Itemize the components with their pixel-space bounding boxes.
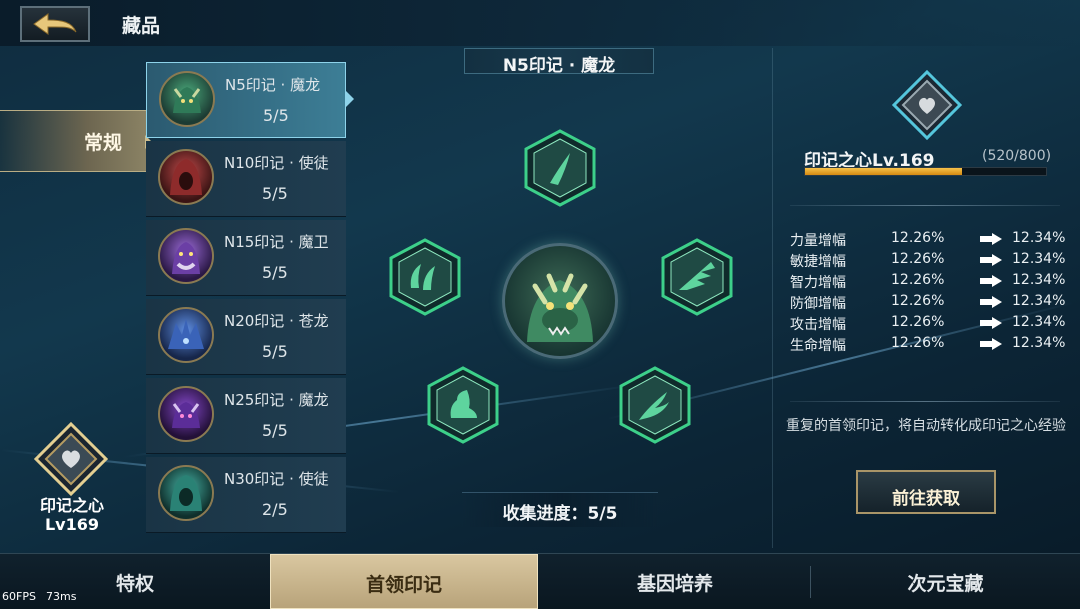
boss-name: N5印记 · 魔龙 [225, 76, 321, 94]
category-tab-label: 常规 [84, 132, 123, 154]
boss-list-item-n20[interactable]: N20印记 · 苍龙 5/5 [146, 299, 346, 375]
stat-row-health: 生命增幅 12.26% 12.34% [790, 335, 1070, 356]
heart-label-level: Lv169 [44, 515, 100, 534]
go-obtain-button[interactable]: 前往获取 [856, 470, 996, 514]
tab-label: 首领印记 [365, 574, 442, 596]
boss-name: N20印记 · 苍龙 [224, 312, 329, 330]
boss-progress: 5/5 [263, 106, 289, 125]
boss-name: N25印记 · 魔龙 [224, 391, 329, 409]
boss-portrait-large [502, 243, 618, 359]
stat-name: 智力增幅 [790, 275, 846, 291]
heart-level-label: 印记之心 Lv169 [22, 496, 122, 534]
top-bar [0, 0, 1080, 46]
boss-mark-list[interactable]: N5印记 · 魔龙 5/5 N10印记 · 使徒 5/5 N15印记 · 魔卫 … [146, 62, 354, 534]
mark-heart-badge[interactable] [33, 421, 109, 497]
divider [790, 401, 1060, 402]
heart-exp-text: (520/800) [982, 148, 1052, 164]
boss-list-item-n30[interactable]: N30印记 · 使徒 2/5 [146, 457, 346, 533]
boss-portrait [159, 71, 215, 127]
mark-slot-wing[interactable] [661, 238, 733, 316]
mark-slot-claw[interactable] [389, 238, 461, 316]
back-button[interactable] [20, 6, 90, 42]
fps-counter: 60FPS [2, 590, 36, 603]
stat-name: 生命增幅 [790, 338, 846, 354]
stat-current: 12.26% [891, 230, 945, 246]
stat-next: 12.34% [1012, 335, 1066, 351]
boss-name: N30印记 · 使徒 [224, 470, 329, 488]
boss-progress: 5/5 [262, 421, 288, 440]
tab-label: 特权 [115, 573, 154, 595]
arrow-right-icon [980, 296, 1002, 308]
boss-portrait [158, 149, 214, 205]
tab-privilege[interactable]: 特权 [0, 554, 270, 609]
boss-list-item-n5[interactable]: N5印记 · 魔龙 5/5 [146, 62, 354, 138]
boss-name: N15印记 · 魔卫 [224, 233, 329, 251]
boss-portrait [158, 465, 214, 521]
stat-name: 敏捷增幅 [790, 254, 846, 270]
stat-next: 12.34% [1012, 314, 1066, 330]
stat-next: 12.34% [1012, 293, 1066, 309]
boss-list-item-n15[interactable]: N15印记 · 魔卫 5/5 [146, 220, 346, 296]
stat-row-defense: 防御增幅 12.26% 12.34% [790, 293, 1070, 314]
heart-emblem [891, 69, 963, 141]
stat-name: 攻击增幅 [790, 317, 846, 333]
stat-row-strength: 力量增幅 12.26% 12.34% [790, 230, 1070, 251]
stat-next: 12.34% [1012, 272, 1066, 288]
page-title: 藏品 [122, 15, 161, 37]
collect-progress-label: 收集进度：5/5 [502, 504, 618, 524]
go-obtain-label: 前往获取 [892, 489, 960, 509]
arrow-right-icon [980, 338, 1002, 350]
heart-exp-note: 重复的首领印记，将自动转化成印记之心经验 [786, 418, 1066, 434]
heart-diamond-icon [891, 69, 963, 141]
tab-gene-cultivation[interactable]: 基因培养 [540, 554, 810, 609]
boss-name: N10印记 · 使徒 [224, 154, 329, 172]
tab-boss-mark[interactable]: 首领印记 [270, 554, 538, 609]
stat-row-agility: 敏捷增幅 12.26% 12.34% [790, 251, 1070, 272]
stat-current: 12.26% [891, 335, 945, 351]
heart-exp-bar [804, 167, 1047, 176]
heart-label-name: 印记之心 [39, 496, 104, 515]
selected-boss-title: N5印记 · 魔龙 [502, 56, 616, 76]
stat-next: 12.34% [1012, 251, 1066, 267]
arrow-right-icon [980, 275, 1002, 287]
stat-name: 防御增幅 [790, 296, 846, 312]
divider [790, 205, 1060, 206]
selected-indicator [346, 91, 354, 107]
boss-progress: 2/5 [262, 500, 288, 519]
stat-current: 12.26% [891, 293, 945, 309]
stat-current: 12.26% [891, 251, 945, 267]
stat-name: 力量增幅 [790, 233, 846, 249]
stat-current: 12.26% [891, 314, 945, 330]
mark-slot-foot[interactable] [427, 366, 499, 444]
stat-next: 12.34% [1012, 230, 1066, 246]
heart-diamond-icon [33, 421, 109, 497]
stat-current: 12.26% [891, 272, 945, 288]
frame-time: 73ms [46, 590, 77, 603]
tab-dimension-treasure[interactable]: 次元宝藏 [811, 554, 1080, 609]
arrow-right-icon [980, 317, 1002, 329]
stat-row-intellect: 智力增幅 12.26% 12.34% [790, 272, 1070, 293]
tab-label: 次元宝藏 [907, 573, 984, 595]
boss-progress: 5/5 [262, 342, 288, 361]
boss-portrait [158, 307, 214, 363]
arrow-right-icon [980, 254, 1002, 266]
boss-portrait [158, 386, 214, 442]
back-arrow-icon [33, 13, 77, 35]
boss-progress: 5/5 [262, 263, 288, 282]
tab-label: 基因培养 [636, 573, 713, 595]
mark-slot-horn[interactable] [524, 129, 596, 207]
bottom-nav: 特权 首领印记 基因培养 次元宝藏 [0, 553, 1080, 609]
heart-exp-fill [805, 168, 962, 175]
boss-list-item-n25[interactable]: N25印记 · 魔龙 5/5 [146, 378, 346, 454]
mark-slot-tail[interactable] [619, 366, 691, 444]
arrow-right-icon [980, 233, 1002, 245]
boss-list-item-n10[interactable]: N10印记 · 使徒 5/5 [146, 141, 346, 217]
stat-row-attack: 攻击增幅 12.26% 12.34% [790, 314, 1070, 335]
boss-portrait [158, 228, 214, 284]
tab-category-normal[interactable]: 常规 [0, 110, 152, 172]
boss-progress: 5/5 [262, 184, 288, 203]
